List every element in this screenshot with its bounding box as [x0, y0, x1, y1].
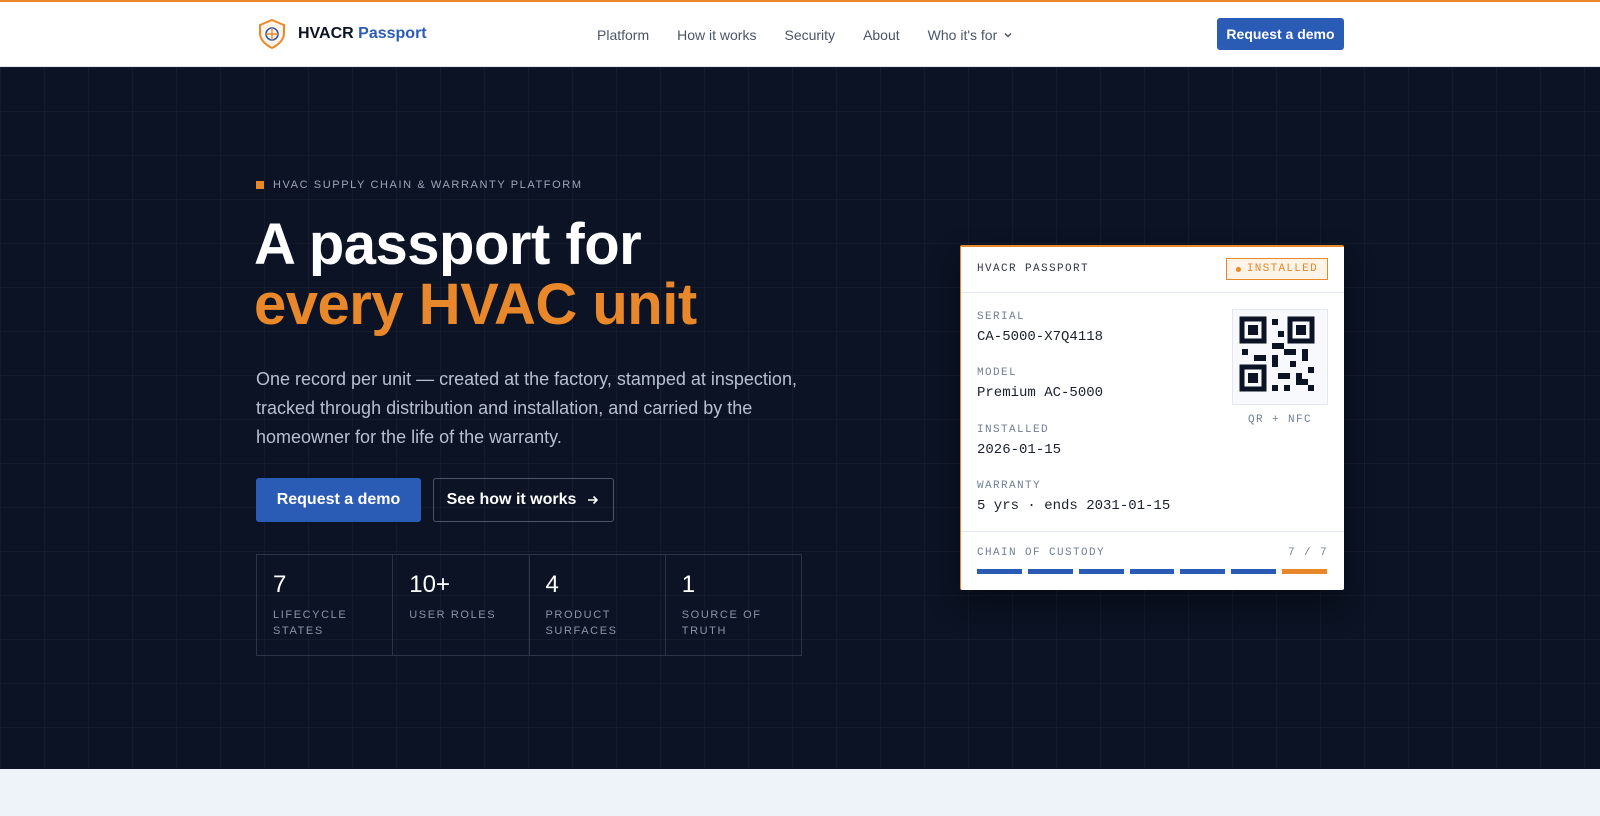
status-dot-icon: [1235, 266, 1241, 272]
stat-source-of-truth: 1 SOURCE OF TRUTH: [666, 555, 801, 655]
field-serial: SERIAL CA-5000-X7Q4118: [977, 311, 1103, 345]
chevron-down-icon: [1004, 32, 1012, 38]
hero-title-line2: every HVAC unit: [254, 272, 697, 337]
nav-link-who-its-for[interactable]: Who it's for: [928, 27, 1014, 43]
custody-segment: [1180, 569, 1226, 574]
custody-segment: [1231, 569, 1277, 574]
hero-eyebrow: HVAC SUPPLY CHAIN & WARRANTY PLATFORM: [256, 179, 583, 191]
field-warranty: WARRANTY 5 yrs · ends 2031-01-15: [977, 480, 1170, 514]
nav-request-demo-button[interactable]: Request a demo: [1217, 18, 1344, 50]
passport-card-title: HVACR PASSPORT: [977, 263, 1090, 275]
custody-segment: [1078, 569, 1124, 574]
passport-card-header: HVACR PASSPORT INSTALLED: [961, 247, 1344, 293]
custody-label: CHAIN OF CUSTODY: [977, 547, 1106, 559]
chain-of-custody: CHAIN OF CUSTODY 7 / 7: [961, 531, 1344, 592]
stat-value: 1: [681, 571, 696, 598]
field-label: WARRANTY: [977, 480, 1042, 492]
field-model: MODEL Premium AC-5000: [977, 367, 1103, 401]
nav-link-who-its-for-label: Who it's for: [927, 26, 998, 43]
brand-name: HVACR: [298, 25, 354, 42]
stat-label: SOURCE OF TRUTH: [681, 609, 762, 637]
stat-label: PRODUCT SURFACES: [545, 609, 618, 637]
field-value: 5 yrs · ends 2031-01-15: [977, 498, 1171, 514]
brand-accent: Passport: [358, 25, 427, 42]
nav-link-security[interactable]: Security: [784, 27, 835, 43]
shield-logo-icon: [259, 19, 285, 49]
hero-see-how-it-works-button[interactable]: See how it works: [433, 478, 614, 522]
hero-title: A passport for every HVAC unit: [254, 215, 697, 335]
custody-segment: [977, 569, 1022, 574]
stat-label: USER ROLES: [409, 609, 497, 621]
stat-lifecycle-states: 7 LIFECYCLE STATES: [257, 555, 394, 655]
custody-progress-bar: [977, 569, 1328, 574]
top-nav: HVACR Passport Platform How it works Sec…: [0, 2, 1600, 67]
hero-section: HVAC SUPPLY CHAIN & WARRANTY PLATFORM A …: [0, 67, 1600, 769]
hero-stats: 7 LIFECYCLE STATES 10+ USER ROLES 4 PROD…: [256, 554, 802, 656]
stat-product-surfaces: 4 PRODUCT SURFACES: [530, 555, 666, 655]
eyebrow-square-icon: [256, 181, 264, 189]
hero-request-demo-button[interactable]: Request a demo: [256, 478, 421, 522]
field-value: 2026-01-15: [977, 442, 1062, 458]
nav-links: Platform How it works Security About Who…: [597, 2, 1013, 67]
eyebrow-text: HVAC SUPPLY CHAIN & WARRANTY PLATFORM: [273, 179, 583, 191]
qr-code-icon: [1232, 309, 1328, 405]
nav-link-about[interactable]: About: [863, 27, 900, 43]
hero-lead: One record per unit — created at the fac…: [256, 369, 797, 447]
stat-value: 10+: [409, 571, 450, 598]
nav-link-platform[interactable]: Platform: [597, 27, 649, 43]
field-value: Premium AC-5000: [977, 385, 1104, 401]
arrow-right-icon: [588, 495, 599, 505]
custody-segment: [1282, 569, 1328, 574]
custody-segment: [1027, 569, 1073, 574]
field-label: MODEL: [977, 367, 1018, 379]
stat-value: 4: [545, 571, 559, 598]
status-badge-label: INSTALLED: [1246, 263, 1318, 275]
qr-caption: QR + NFC: [1247, 414, 1312, 426]
hero-title-line1: A passport for: [254, 212, 642, 277]
custody-count: 7 / 7: [1287, 547, 1328, 559]
field-label: INSTALLED: [977, 424, 1050, 436]
status-badge: INSTALLED: [1225, 258, 1328, 280]
passport-card: HVACR PASSPORT INSTALLED SERIAL CA-5000-…: [960, 245, 1344, 590]
stat-label: LIFECYCLE STATES: [273, 609, 348, 637]
stat-value: 7: [273, 571, 287, 598]
see-how-it-works-label: See how it works: [446, 491, 577, 508]
nav-link-how-it-works[interactable]: How it works: [677, 27, 756, 43]
field-label: SERIAL: [977, 311, 1026, 323]
field-value: CA-5000-X7Q4118: [977, 329, 1104, 345]
stat-user-roles: 10+ USER ROLES: [393, 555, 530, 655]
field-installed: INSTALLED 2026-01-15: [977, 424, 1061, 458]
custody-segment: [1129, 569, 1175, 574]
brand[interactable]: HVACR Passport: [258, 19, 427, 49]
